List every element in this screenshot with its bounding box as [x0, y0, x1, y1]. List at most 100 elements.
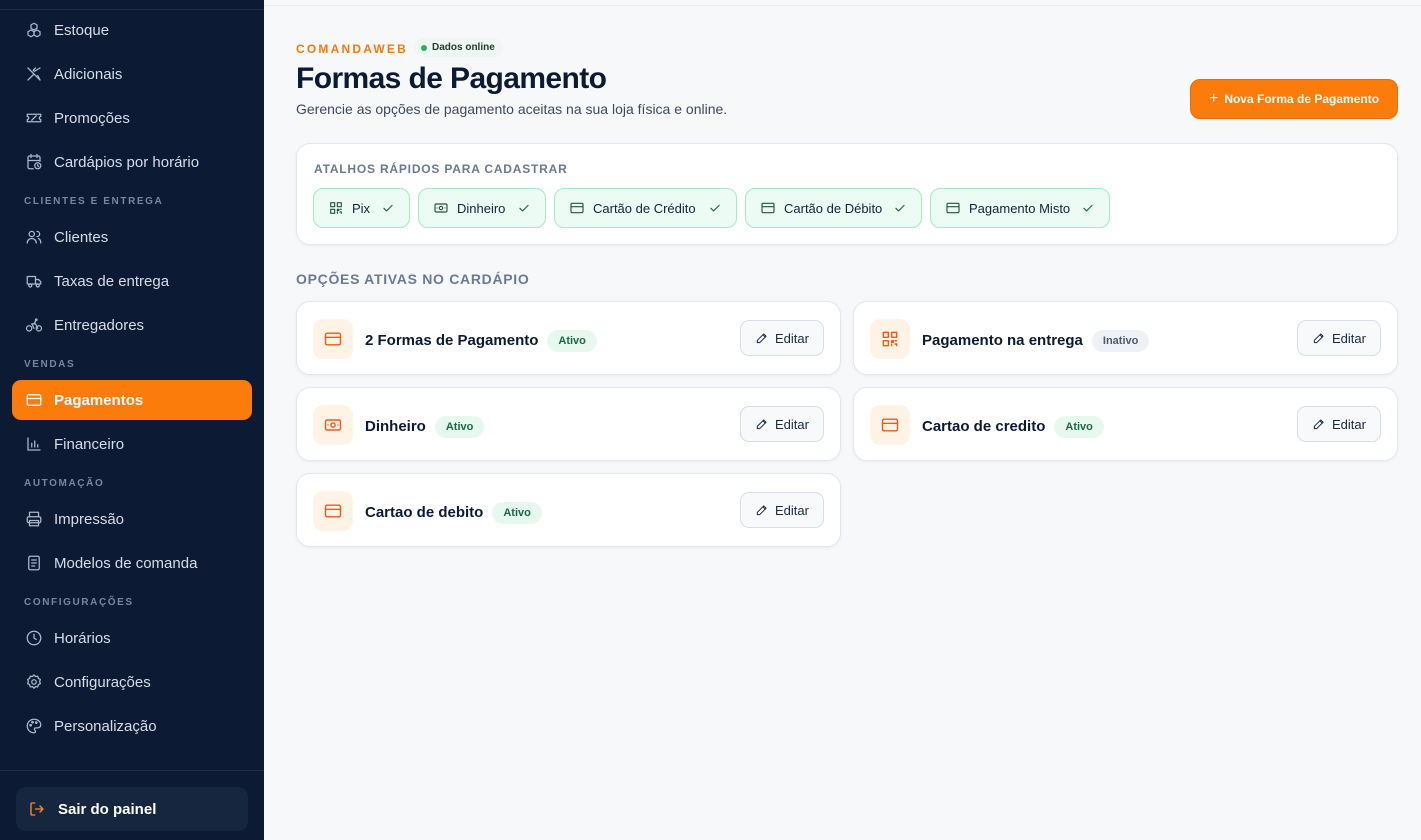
logout-button[interactable]: Sair do painel: [16, 787, 248, 831]
credit-card-icon: [313, 491, 353, 531]
credit-card-icon: [25, 391, 43, 409]
sidebar-item-horarios[interactable]: Horários: [12, 618, 252, 658]
active-options-title: OPÇÕES ATIVAS NO CARDÁPIO: [296, 271, 530, 287]
status-badge: Ativo: [492, 502, 542, 524]
top-divider: [264, 5, 1421, 6]
shortcut-chip-cartao-debito[interactable]: Cartão de Débito: [745, 188, 922, 228]
edit-button[interactable]: Editar: [740, 492, 824, 528]
sidebar-item-entregadores[interactable]: Entregadores: [12, 305, 252, 345]
sidebar-item-personalizacao[interactable]: Personalização: [12, 706, 252, 746]
edit-label: Editar: [1332, 416, 1366, 432]
cash-icon: [313, 405, 353, 445]
sidebar-item-adicionais[interactable]: Adicionais: [12, 54, 252, 94]
edit-button[interactable]: Editar: [1297, 406, 1381, 442]
printer-icon: [25, 510, 43, 528]
credit-card-icon: [760, 200, 776, 216]
sidebar-item-label: Estoque: [54, 21, 110, 39]
cash-icon: [433, 200, 449, 216]
shortcut-chip-pagamento-misto[interactable]: Pagamento Misto: [930, 188, 1110, 228]
section-configuracoes: CONFIGURAÇÕES: [24, 597, 134, 608]
sidebar-item-label: Clientes: [54, 228, 109, 246]
check-icon: [893, 201, 907, 215]
sidebar-item-label: Cardápios por horário: [54, 153, 200, 171]
payment-card-name-row: 2 Formas de Pagamento Ativo: [365, 330, 597, 352]
sidebar-item-label: Promoções: [54, 109, 130, 127]
credit-card-icon: [313, 319, 353, 359]
calendar-clock-icon: [25, 153, 43, 171]
sidebar-item-estoque[interactable]: Estoque: [12, 10, 252, 50]
status-text: Dados online: [432, 42, 495, 53]
check-icon: [1081, 201, 1095, 215]
brand-label: COMANDAWEB: [296, 42, 408, 56]
shortcuts-title: ATALHOS RÁPIDOS PARA CADASTRAR: [314, 162, 568, 176]
sidebar-item-label: Financeiro: [54, 435, 125, 453]
qr-icon: [870, 319, 910, 359]
new-payment-method-button[interactable]: + Nova Forma de Pagamento: [1190, 79, 1398, 119]
pencil-icon: [1312, 331, 1326, 345]
check-icon: [381, 201, 395, 215]
utensils-icon: [25, 65, 43, 83]
payment-name: Pagamento na entrega: [922, 332, 1083, 349]
edit-button[interactable]: Editar: [1297, 320, 1381, 356]
check-icon: [708, 201, 722, 215]
payment-card-name-row: Pagamento na entrega Inativo: [922, 330, 1150, 352]
chip-label: Cartão de Débito: [784, 200, 883, 216]
users-icon: [25, 228, 43, 246]
clock-icon: [25, 629, 43, 647]
qr-icon: [328, 200, 344, 216]
section-automacao: AUTOMAÇÃO: [24, 478, 105, 489]
edit-label: Editar: [775, 502, 809, 518]
sidebar-item-label: Adicionais: [54, 65, 123, 83]
payment-card: Cartao de credito Ativo Editar: [853, 387, 1398, 461]
shortcut-chip-dinheiro[interactable]: Dinheiro: [418, 188, 546, 228]
logout-icon: [28, 800, 46, 818]
pencil-icon: [755, 503, 769, 517]
sidebar-item-label: Horários: [54, 629, 111, 647]
logout-label: Sair do painel: [58, 800, 157, 818]
payment-card: Pagamento na entrega Inativo Editar: [853, 301, 1398, 375]
chip-label: Pagamento Misto: [969, 200, 1071, 216]
sidebar-item-pagamentos[interactable]: Pagamentos: [12, 380, 252, 420]
sidebar-item-taxas-entrega[interactable]: Taxas de entrega: [12, 261, 252, 301]
payment-card: Cartao de debito Ativo Editar: [296, 473, 841, 547]
shortcut-chip-cartao-credito[interactable]: Cartão de Crédito: [554, 188, 737, 228]
gear-icon: [25, 673, 43, 691]
ticket-icon: [25, 109, 43, 127]
sidebar-item-clientes[interactable]: Clientes: [12, 217, 252, 257]
edit-button[interactable]: Editar: [740, 320, 824, 356]
sidebar-item-financeiro[interactable]: Financeiro: [12, 424, 252, 464]
sidebar-item-impressao[interactable]: Impressão: [12, 499, 252, 539]
payment-card: 2 Formas de Pagamento Ativo Editar: [296, 301, 841, 375]
page-subtitle: Gerencie as opções de pagamento aceitas …: [296, 101, 728, 117]
pencil-icon: [1312, 417, 1326, 431]
page-title: Formas de Pagamento: [296, 62, 607, 95]
sidebar-item-label: Personalização: [54, 717, 157, 735]
sidebar-item-label: Impressão: [54, 510, 125, 528]
edit-button[interactable]: Editar: [740, 406, 824, 442]
status-badge: Dados online: [414, 38, 503, 57]
edit-label: Editar: [775, 330, 809, 346]
payment-name: 2 Formas de Pagamento: [365, 332, 539, 349]
bar-chart-icon: [25, 435, 43, 453]
sidebar: Estoque Adicionais Promoções Cardápios p…: [0, 0, 264, 840]
sidebar-item-promocoes[interactable]: Promoções: [12, 98, 252, 138]
payment-name: Cartao de debito: [365, 504, 484, 521]
sidebar-item-label: Entregadores: [54, 316, 145, 334]
sidebar-item-cardapios-horario[interactable]: Cardápios por horário: [12, 142, 252, 182]
shortcut-chip-pix[interactable]: Pix: [313, 188, 410, 228]
payment-name: Cartao de credito: [922, 418, 1046, 435]
pencil-icon: [755, 417, 769, 431]
pencil-icon: [755, 331, 769, 345]
sidebar-item-modelos-comanda[interactable]: Modelos de comanda: [12, 543, 252, 583]
payment-name: Dinheiro: [365, 418, 426, 435]
credit-card-icon: [870, 405, 910, 445]
check-icon: [517, 201, 531, 215]
payment-card-name-row: Cartao de debito Ativo: [365, 502, 542, 524]
sidebar-item-configuracoes[interactable]: Configurações: [12, 662, 252, 702]
credit-card-icon: [945, 200, 961, 216]
edit-label: Editar: [775, 416, 809, 432]
credit-card-icon: [569, 200, 585, 216]
bike-icon: [25, 316, 43, 334]
section-clientes-entrega: CLIENTES E ENTREGA: [24, 196, 164, 207]
plus-icon: +: [1208, 90, 1219, 107]
